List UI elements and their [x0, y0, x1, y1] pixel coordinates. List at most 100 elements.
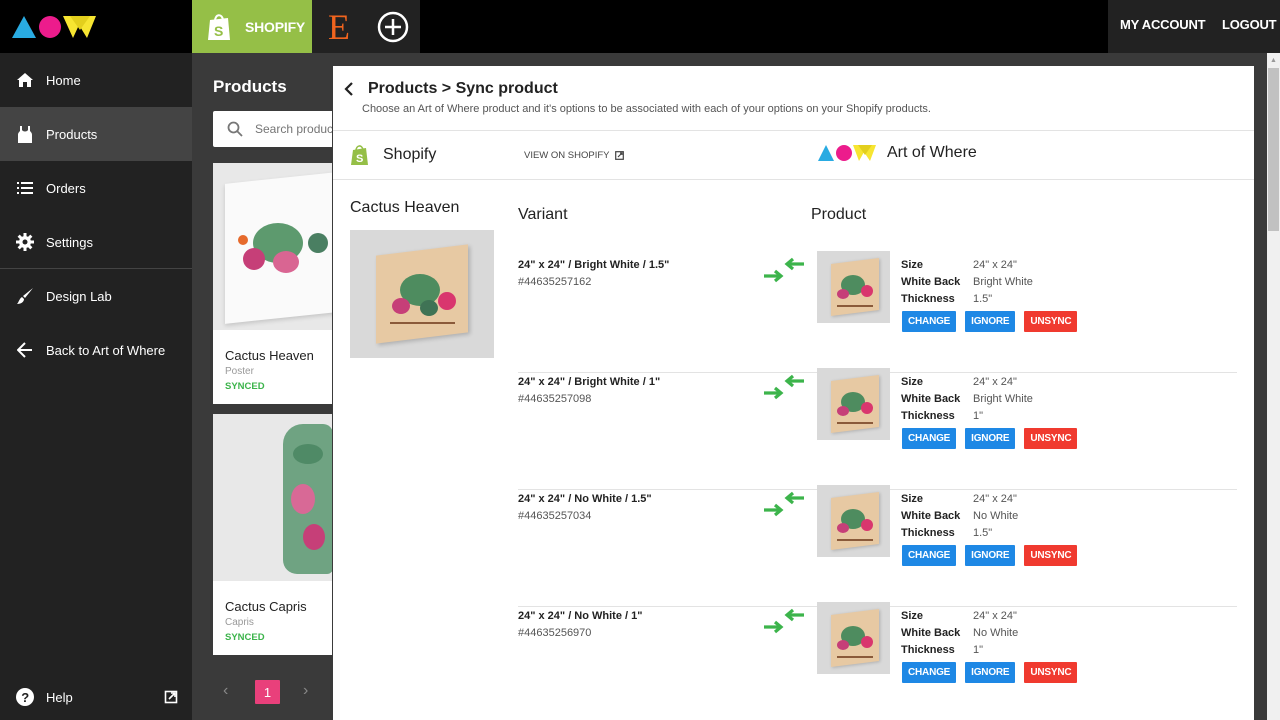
sidebar-item-label: Settings [46, 234, 93, 250]
attr-white-back-value: No White [973, 627, 1019, 639]
tab-etsy[interactable]: E [312, 0, 366, 53]
external-link-icon[interactable] [164, 690, 178, 704]
variant-column-header: Variant [518, 206, 568, 223]
arrow-left-icon [16, 341, 34, 359]
top-bar: S SHOPIFY E MY ACCOUNT LOGOUT [0, 0, 1280, 53]
product-column-header: Product [811, 206, 867, 223]
unsync-button[interactable]: UNSYNC [1024, 662, 1078, 683]
variant-id: #44635256970 [518, 627, 592, 639]
sidebar-item-label: Products [46, 126, 98, 142]
home-icon [16, 71, 34, 89]
change-button[interactable]: CHANGE [902, 428, 957, 449]
divider [333, 179, 1254, 180]
sidebar-item-label: Orders [46, 180, 86, 196]
ignore-button[interactable]: IGNORE [965, 545, 1016, 566]
sidebar-item-products[interactable]: Products [0, 107, 192, 161]
variant-actions: CHANGE IGNORE UNSYNC [902, 428, 1078, 449]
search-input[interactable] [255, 122, 332, 136]
svg-text:?: ? [21, 690, 29, 705]
sidebar-item-label: Help [46, 689, 73, 705]
attr-thickness-label: Thickness [901, 644, 955, 656]
ignore-button[interactable]: IGNORE [965, 662, 1016, 683]
aow-product-attributes: Size 24" x 24" White Back Bright White Thi… [901, 374, 1033, 425]
change-button[interactable]: CHANGE [902, 545, 957, 566]
tab-shopify[interactable]: S SHOPIFY [192, 0, 312, 53]
attr-size-label: Size [901, 376, 924, 388]
attr-thickness-value: 1" [973, 644, 984, 656]
sync-arrows-icon [764, 374, 804, 400]
sidebar-item-orders[interactable]: Orders [0, 161, 192, 215]
unsync-button[interactable]: UNSYNC [1024, 545, 1078, 566]
pagination-prev[interactable]: ‹ [223, 682, 228, 700]
shopify-product-name: Cactus Heaven [350, 199, 460, 216]
attr-white-back-label: White Back [901, 276, 961, 288]
sync-arrows-icon [764, 491, 804, 517]
chevron-left-icon[interactable] [341, 81, 357, 97]
shopify-label: Shopify [383, 146, 437, 163]
attr-thickness-value: 1.5" [973, 527, 993, 539]
scroll-up-button[interactable]: ▲ [1267, 53, 1280, 67]
product-card-image [213, 414, 332, 581]
attr-size-value: 24" x 24" [973, 259, 1017, 271]
attr-size-value: 24" x 24" [973, 610, 1017, 622]
change-button[interactable]: CHANGE [902, 662, 957, 683]
sidebar-item-help[interactable]: ? Help [0, 670, 192, 720]
variant-name: 24" x 24" / Bright White / 1" [518, 376, 661, 388]
sync-arrows-icon [764, 608, 804, 634]
variant-row: 24" x 24" / No White / 1" #44635256970 S… [518, 602, 1237, 720]
product-card-type: Capris [225, 617, 254, 628]
attr-white-back-label: White Back [901, 627, 961, 639]
product-card-type: Poster [225, 366, 254, 377]
variant-name: 24" x 24" / No White / 1.5" [518, 493, 652, 505]
aow-product-attributes: Size 24" x 24" White Back No White Thickne… [901, 491, 1018, 542]
tab-shopify-label: SHOPIFY [245, 18, 306, 35]
art-of-where-logo-icon [818, 145, 876, 161]
change-button[interactable]: CHANGE [902, 311, 957, 332]
variant-name: 24" x 24" / Bright White / 1.5" [518, 259, 670, 271]
product-card-cactus-heaven[interactable]: Cactus Heaven Poster SYNCED [213, 163, 332, 404]
tab-add-store[interactable] [366, 0, 420, 53]
page-title: Products > Sync product [368, 80, 558, 97]
etsy-icon: E [328, 6, 350, 47]
view-on-shopify-label: VIEW ON SHOPIFY [524, 150, 610, 161]
unsync-button[interactable]: UNSYNC [1024, 311, 1078, 332]
product-search[interactable] [213, 111, 332, 147]
pagination-page-1[interactable]: 1 [255, 680, 280, 704]
aow-header: Art of Where [818, 144, 977, 162]
pagination-next[interactable]: › [303, 682, 308, 700]
product-card-image [213, 163, 332, 330]
aow-product-attributes: Size 24" x 24" White Back No White Thickne… [901, 608, 1018, 659]
scrollbar[interactable]: ▲ [1267, 53, 1280, 720]
ignore-button[interactable]: IGNORE [965, 428, 1016, 449]
product-list-panel: Products Cactus Heaven Poster SYNCED Cac… [192, 53, 332, 720]
variant-row: 24" x 24" / Bright White / 1.5" #4463525… [518, 251, 1237, 373]
logout-link[interactable]: LOGOUT [1222, 17, 1277, 32]
sidebar-item-settings[interactable]: Settings [0, 215, 192, 269]
attr-white-back-value: No White [973, 510, 1019, 522]
attr-thickness-label: Thickness [901, 410, 955, 422]
product-card-name: Cactus Heaven [225, 348, 314, 363]
art-of-where-logo[interactable] [10, 12, 100, 40]
view-on-shopify-link[interactable]: VIEW ON SHOPIFY [524, 150, 624, 161]
account-area: MY ACCOUNT LOGOUT [1108, 0, 1280, 53]
attr-size-label: Size [901, 493, 924, 505]
sidebar-item-back-to-aow[interactable]: Back to Art of Where [0, 323, 192, 377]
ignore-button[interactable]: IGNORE [965, 311, 1016, 332]
list-icon [16, 179, 34, 197]
svg-text:S: S [214, 23, 223, 39]
my-account-link[interactable]: MY ACCOUNT [1120, 17, 1206, 32]
unsync-button[interactable]: UNSYNC [1024, 428, 1078, 449]
variant-id: #44635257098 [518, 393, 592, 405]
product-card-cactus-capris[interactable]: Cactus Capris Capris SYNCED [213, 414, 332, 655]
sidebar-item-home[interactable]: Home [0, 53, 192, 107]
scrollbar-thumb[interactable] [1268, 68, 1279, 231]
variant-row: 24" x 24" / Bright White / 1" #446352570… [518, 368, 1237, 490]
attr-size-label: Size [901, 610, 924, 622]
sidebar-item-design-lab[interactable]: Design Lab [0, 269, 192, 323]
tank-top-icon [16, 125, 34, 143]
product-card-name: Cactus Capris [225, 599, 307, 614]
gear-icon [16, 233, 34, 251]
variant-id: #44635257162 [518, 276, 592, 288]
aow-label: Art of Where [887, 144, 977, 161]
product-list-title: Products [213, 77, 287, 96]
